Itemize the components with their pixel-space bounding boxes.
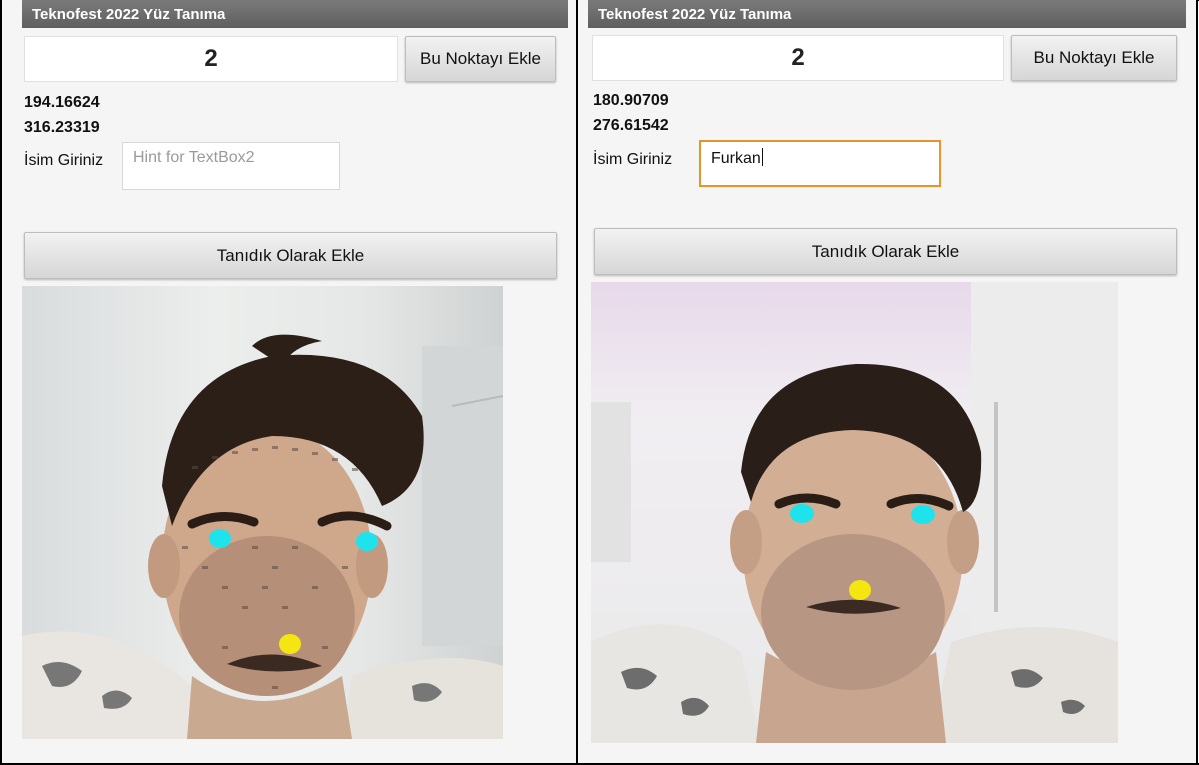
left-eye-marker: [209, 529, 231, 548]
add-point-button[interactable]: Bu Noktayı Ekle: [1011, 35, 1177, 81]
name-input-value: Furkan: [711, 150, 761, 167]
right-eye-marker: [356, 532, 378, 551]
coord-x-value: 194.16624: [24, 94, 100, 111]
add-point-button-label: Bu Noktayı Ekle: [420, 49, 541, 68]
app-title: Teknofest 2022 Yüz Tanıma: [598, 6, 792, 23]
right-eye-marker: [911, 505, 935, 524]
face-photo: [22, 334, 503, 739]
coord-y-value: 316.23319: [24, 119, 100, 136]
app-panel-left: Teknofest 2022 Yüz Tanıma 2 Bu Noktayı E…: [2, 0, 576, 763]
camera-preview-image: [22, 286, 503, 739]
point-index-value: 2: [204, 45, 218, 72]
nose-marker: [279, 634, 301, 654]
face-photo: [591, 282, 1118, 743]
name-label: İsim Giriniz: [24, 152, 104, 169]
add-as-known-button-label: Tanıdık Olarak Ekle: [216, 245, 365, 265]
app-title: Teknofest 2022 Yüz Tanıma: [32, 6, 226, 23]
point-index-value: 2: [791, 44, 805, 71]
add-as-known-button[interactable]: Tanıdık Olarak Ekle: [594, 228, 1177, 275]
app-title-bar: Teknofest 2022 Yüz Tanıma: [588, 0, 1186, 28]
camera-preview-image: [591, 282, 1118, 743]
right-border: [1196, 0, 1198, 765]
add-as-known-button[interactable]: Tanıdık Olarak Ekle: [24, 232, 557, 279]
point-index-field[interactable]: 2: [24, 36, 398, 82]
nose-marker: [849, 580, 871, 600]
add-point-button[interactable]: Bu Noktayı Ekle: [405, 36, 556, 82]
text-caret: [761, 148, 763, 166]
app-panel-right: Teknofest 2022 Yüz Tanıma 2 Bu Noktayı E…: [578, 0, 1196, 763]
name-input[interactable]: Furkan: [699, 140, 941, 187]
point-index-field[interactable]: 2: [592, 35, 1004, 81]
screenshot-frame: Teknofest 2022 Yüz Tanıma 2 Bu Noktayı E…: [0, 0, 1199, 765]
app-title-bar: Teknofest 2022 Yüz Tanıma: [22, 0, 568, 28]
left-eye-marker: [790, 504, 814, 523]
coord-y-value: 276.61542: [593, 117, 669, 134]
add-as-known-button-label: Tanıdık Olarak Ekle: [811, 241, 960, 261]
name-input-placeholder: Hint for TextBox2: [133, 149, 255, 166]
coord-x-value: 180.90709: [593, 92, 669, 109]
name-input[interactable]: Hint for TextBox2: [122, 142, 340, 190]
add-point-button-label: Bu Noktayı Ekle: [1033, 48, 1155, 67]
name-label: İsim Giriniz: [593, 151, 673, 168]
